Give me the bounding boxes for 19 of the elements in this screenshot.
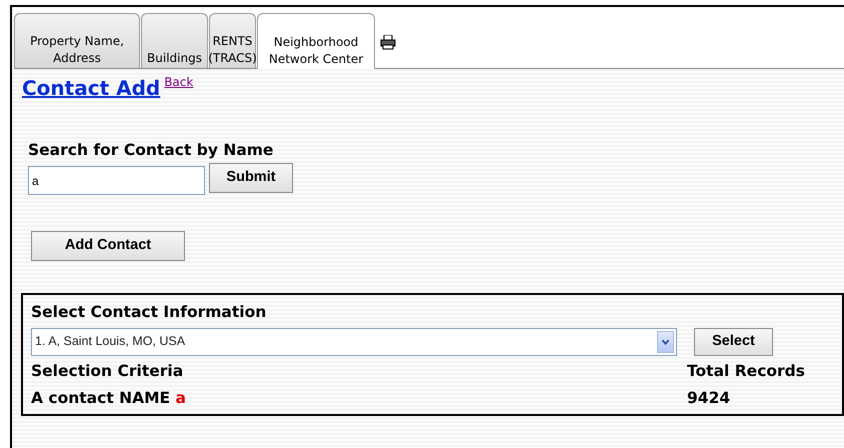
page-title: Contact Add (22, 76, 160, 100)
back-link[interactable]: Back (164, 75, 194, 89)
printer-icon[interactable] (380, 35, 396, 50)
select-button[interactable]: Select (694, 328, 773, 356)
tab[interactable]: Property Name, Address (14, 13, 140, 68)
search-heading: Search for Contact by Name (28, 140, 274, 161)
contact-dropdown[interactable]: 1. A, Saint Louis, MO, USA (31, 328, 677, 356)
submit-button[interactable]: Submit (209, 163, 293, 194)
criteria-value: a (176, 388, 186, 407)
total-value: 9424 (687, 388, 732, 409)
results-heading: Select Contact Information (31, 302, 268, 324)
tab[interactable]: Neighborhood Network Center (257, 13, 375, 69)
tab[interactable]: RENTS (TRACS) (209, 13, 256, 68)
add-contact-button[interactable]: Add Contact (31, 231, 185, 262)
search-field[interactable]: a (28, 166, 205, 196)
criteria-label: A contact NAME (31, 388, 170, 407)
tab[interactable]: Buildings (141, 13, 208, 68)
total-heading: Total Records (687, 360, 805, 382)
criteria-heading: Selection Criteria (31, 360, 184, 382)
